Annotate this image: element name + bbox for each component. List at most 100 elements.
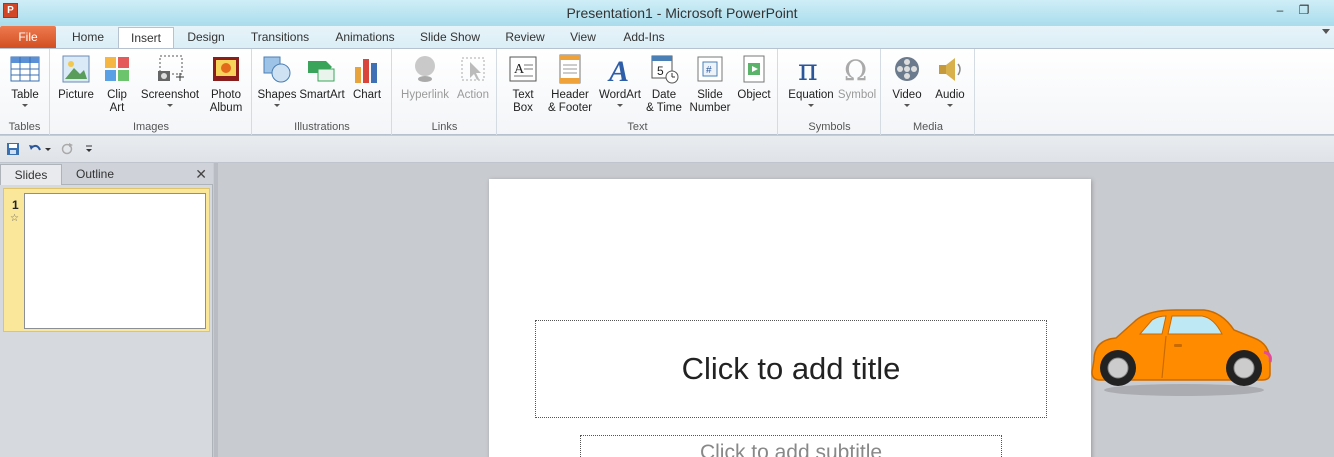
group-label-media: Media: [913, 121, 943, 133]
tab-review[interactable]: Review: [498, 27, 552, 48]
svg-text:A: A: [607, 55, 629, 85]
tab-animations[interactable]: Animations: [327, 27, 403, 48]
photo-album-button[interactable]: Photo Album: [203, 53, 249, 115]
chart-button[interactable]: Chart: [349, 53, 385, 102]
tab-view[interactable]: View: [560, 27, 606, 48]
date-time-icon: 5: [648, 53, 680, 85]
equation-label: Equation: [788, 89, 834, 101]
shapes-label: Shapes: [257, 89, 297, 101]
clip-art-label-1: Clip: [107, 89, 127, 101]
car-clipart[interactable]: [1086, 300, 1276, 400]
slide-number-label-2: Number: [689, 102, 731, 114]
shapes-dropdown-icon: [274, 104, 280, 107]
action-button[interactable]: Action: [453, 53, 493, 102]
group-label-links: Links: [431, 121, 458, 133]
slide-number: 1: [12, 198, 19, 212]
slide-thumbnail[interactable]: [24, 193, 206, 329]
video-button[interactable]: Video: [888, 53, 926, 107]
header-footer-label-1: Header: [551, 89, 589, 101]
table-label: Table: [11, 89, 39, 101]
svg-text:Ω: Ω: [844, 54, 867, 85]
header-footer-icon: [554, 53, 586, 85]
smartart-label: SmartArt: [299, 89, 345, 101]
group-links: Hyperlink Action Links: [393, 49, 497, 135]
slide-thumbnail-selected[interactable]: 1 ☆: [3, 188, 210, 332]
tab-outline[interactable]: Outline: [64, 164, 126, 185]
restore-button[interactable]: ❐: [1296, 4, 1312, 18]
save-icon[interactable]: [6, 142, 20, 156]
animation-star-icon: ☆: [10, 213, 19, 224]
audio-label: Audio: [935, 89, 965, 101]
picture-button[interactable]: Picture: [55, 53, 97, 102]
table-button[interactable]: Table: [6, 53, 44, 107]
screenshot-button[interactable]: Screenshot: [139, 53, 201, 107]
chart-icon: [351, 53, 383, 85]
undo-icon[interactable]: [28, 142, 42, 156]
tab-add-ins[interactable]: Add-Ins: [614, 27, 674, 48]
tab-transitions[interactable]: Transitions: [240, 27, 320, 48]
subtitle-placeholder[interactable]: Click to add subtitle: [580, 435, 1002, 457]
tab-slides[interactable]: Slides: [0, 164, 62, 185]
title-bar: P Presentation1 - Microsoft PowerPoint –…: [0, 0, 1334, 26]
customize-toolbar-icon[interactable]: [84, 142, 94, 156]
tab-design[interactable]: Design: [179, 27, 233, 48]
minimize-button[interactable]: –: [1272, 4, 1288, 18]
tab-slide-show[interactable]: Slide Show: [412, 27, 488, 48]
hyperlink-button[interactable]: Hyperlink: [397, 53, 453, 102]
panel-tabs: Slides Outline ✕: [0, 163, 213, 185]
text-box-button[interactable]: A Text Box: [504, 53, 542, 115]
group-label-tables: Tables: [8, 121, 41, 133]
date-time-label-2: & Time: [646, 102, 682, 114]
screenshot-dropdown-icon: [167, 104, 173, 107]
date-time-button[interactable]: 5 Date & Time: [644, 53, 684, 115]
photo-album-label-1: Photo: [210, 89, 242, 101]
table-icon: [9, 53, 41, 85]
quick-access-toolbar: [0, 136, 1334, 163]
picture-icon: [60, 53, 92, 85]
speaker-audio-icon: [934, 53, 966, 85]
slide-number-icon: #: [694, 53, 726, 85]
group-label-images: Images: [132, 121, 170, 133]
hyperlink-label: Hyperlink: [401, 89, 449, 101]
ribbon-tabs: File Home Insert Design Transitions Anim…: [0, 26, 1334, 48]
tab-home[interactable]: Home: [62, 27, 114, 48]
wordart-icon: A: [604, 53, 636, 88]
tab-insert[interactable]: Insert: [118, 27, 174, 48]
title-placeholder[interactable]: Click to add title: [535, 320, 1047, 418]
video-dropdown-icon: [904, 104, 910, 107]
action-label: Action: [457, 89, 489, 101]
video-label: Video: [892, 89, 922, 101]
pane-splitter[interactable]: [214, 163, 218, 457]
group-label-symbols: Symbols: [808, 121, 851, 133]
equation-dropdown-icon: [808, 104, 814, 107]
clip-art-icon: [101, 53, 133, 85]
smartart-button[interactable]: SmartArt: [299, 53, 345, 102]
ribbon: Table Tables Picture Clip Art Screenshot: [0, 48, 1334, 135]
shapes-button[interactable]: Shapes: [257, 53, 297, 107]
object-icon: [738, 53, 770, 85]
undo-dropdown-icon[interactable]: [44, 142, 52, 156]
header-footer-label-2: & Footer: [547, 102, 593, 114]
screenshot-icon: [154, 53, 186, 85]
object-button[interactable]: Object: [734, 53, 774, 102]
redo-icon[interactable]: [60, 142, 74, 156]
hyperlink-icon: [409, 53, 441, 85]
smartart-icon: [306, 53, 338, 85]
audio-dropdown-icon: [947, 104, 953, 107]
photo-album-icon: [210, 53, 242, 85]
ribbon-minimize-chevron-icon[interactable]: [1322, 29, 1330, 34]
clip-art-button[interactable]: Clip Art: [100, 53, 134, 115]
symbol-label: Symbol: [837, 89, 877, 101]
pi-equation-icon: π: [795, 53, 827, 88]
shapes-icon: [261, 53, 293, 85]
header-footer-button[interactable]: Header & Footer: [544, 53, 596, 115]
audio-button[interactable]: Audio: [930, 53, 970, 107]
slide-number-button[interactable]: # Slide Number: [686, 53, 734, 115]
symbol-button[interactable]: Ω Symbol: [837, 53, 877, 102]
close-panel-icon[interactable]: ✕: [195, 166, 207, 183]
wordart-button[interactable]: A WordArt: [596, 53, 644, 107]
svg-text:π: π: [798, 53, 818, 85]
equation-button[interactable]: π Equation: [783, 53, 839, 107]
tab-file[interactable]: File: [0, 26, 56, 48]
wordart-label: WordArt: [599, 89, 641, 101]
